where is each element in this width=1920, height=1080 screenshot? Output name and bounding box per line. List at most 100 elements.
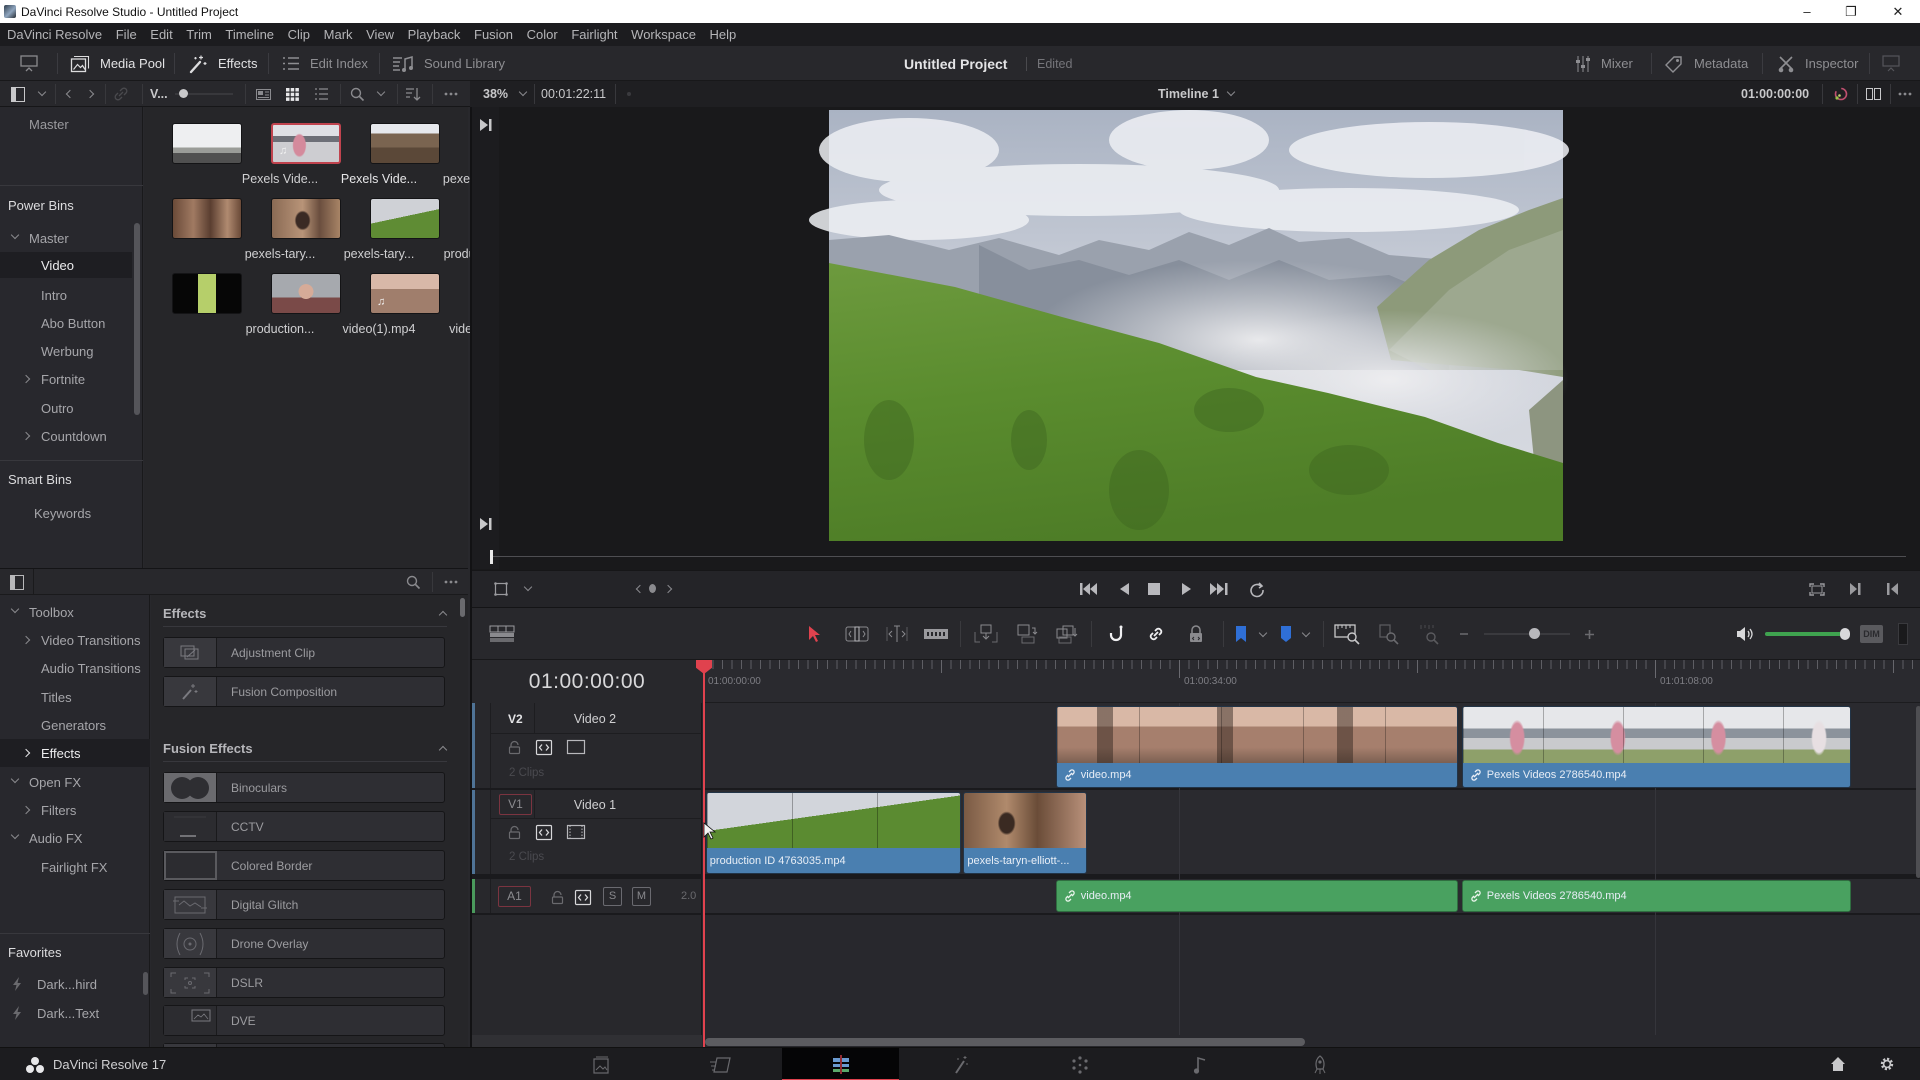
track-monitor-icon[interactable] [566, 823, 586, 841]
position-lock-icon[interactable] [1187, 624, 1205, 644]
media-pool-button[interactable]: Media Pool [70, 46, 165, 81]
page-cut[interactable] [662, 1048, 779, 1080]
tree-item-video-transitions[interactable]: Video Transitions [0, 627, 150, 653]
volume-slider-knob[interactable] [1840, 628, 1850, 640]
next-clip-icon[interactable] [1847, 581, 1863, 597]
menu-workspace[interactable]: Workspace [631, 27, 696, 42]
media-clip[interactable]: Pexels Vide... [157, 123, 318, 191]
workspace-monitor-icon[interactable] [19, 54, 39, 74]
menu-trim[interactable]: Trim [186, 27, 212, 42]
tree-item-fairlight-fx[interactable]: Fairlight FX [0, 854, 150, 880]
track-name[interactable]: Video 1 [545, 798, 645, 812]
master-bin[interactable]: Master [29, 117, 69, 132]
timeline-audio-clip[interactable]: Pexels Videos 2786540.mp4 [1461, 880, 1851, 912]
home-icon[interactable] [1830, 1056, 1846, 1072]
chevron-down-icon[interactable] [1258, 628, 1268, 638]
chevron-down-icon[interactable] [523, 582, 533, 592]
chevron-right-icon[interactable] [21, 805, 31, 815]
chevron-right-icon[interactable] [21, 431, 31, 441]
media-clip[interactable]: production... [157, 273, 314, 341]
menu-color[interactable]: Color [527, 27, 558, 42]
menu-fusion[interactable]: Fusion [474, 27, 513, 42]
auto-track-select-icon[interactable] [535, 823, 553, 841]
menu-timeline[interactable]: Timeline [225, 27, 274, 42]
media-clip[interactable]: production... [355, 198, 512, 266]
timeline-vertical-scrollbar[interactable] [1916, 706, 1920, 878]
flag-icon[interactable] [1234, 624, 1248, 644]
menu-mark[interactable]: Mark [324, 27, 353, 42]
workspace-monitor-icon[interactable] [1881, 54, 1901, 74]
tree-item-generators[interactable]: Generators [0, 712, 150, 738]
chevron-down-icon[interactable] [10, 830, 20, 840]
sort-icon[interactable] [405, 86, 421, 102]
power-bin-abo-button[interactable]: Abo Button [0, 310, 132, 336]
track-lock-icon[interactable] [550, 889, 564, 905]
tree-item-toolbox[interactable]: Toolbox [0, 599, 150, 625]
effect-item-binoculars[interactable]: Binoculars [163, 772, 445, 803]
play-icon[interactable] [1178, 581, 1194, 597]
power-bin-outro[interactable]: Outro [0, 395, 132, 421]
effects-list-scrollbar[interactable] [460, 598, 465, 617]
inspector-button[interactable]: Inspector [1777, 46, 1858, 81]
menu-clip[interactable]: Clip [288, 27, 310, 42]
auto-track-select-icon[interactable] [574, 888, 592, 906]
media-clip-selected[interactable]: ♫ Pexels Vide... [256, 123, 417, 191]
page-fairlight[interactable] [1141, 1048, 1258, 1080]
search-icon[interactable] [405, 574, 421, 590]
dim-button[interactable]: DIM [1860, 625, 1883, 643]
effect-item-dve[interactable]: DVE [163, 1005, 445, 1036]
track-id-target[interactable]: A1 [498, 886, 531, 907]
chevron-right-icon[interactable] [21, 374, 31, 384]
menu-playback[interactable]: Playback [408, 27, 461, 42]
track-id-target[interactable]: V1 [499, 794, 532, 815]
collapse-chevron-icon[interactable] [438, 610, 448, 620]
menu-view[interactable]: View [366, 27, 394, 42]
selection-pointer-icon[interactable] [806, 625, 822, 643]
power-bin-intro[interactable]: Intro [0, 282, 132, 308]
video-frame[interactable] [809, 110, 1569, 541]
fullscreen-icon[interactable] [1808, 581, 1826, 597]
tree-item-effects[interactable]: Effects [0, 739, 150, 767]
track-monitor-icon[interactable] [566, 738, 586, 756]
blade-edit-icon[interactable] [923, 625, 949, 643]
favorite-item[interactable]: Dark...Text [0, 1000, 150, 1026]
page-color[interactable] [1021, 1048, 1138, 1080]
metadata-button[interactable]: Metadata [1664, 46, 1748, 81]
settings-gear-icon[interactable] [1879, 1056, 1895, 1072]
favorite-item[interactable]: Dark...hird [0, 971, 150, 997]
timeline-zoom-knob[interactable] [1528, 628, 1540, 639]
zoom-in-icon[interactable] [1583, 626, 1595, 642]
sound-library-button[interactable]: Sound Library [392, 46, 505, 81]
menu-help[interactable]: Help [710, 27, 737, 42]
chevron-down-icon[interactable] [376, 87, 386, 97]
timeline-view-options-icon[interactable] [489, 625, 515, 643]
power-bin-video[interactable]: Video [0, 252, 132, 278]
timeline-audio-clip[interactable]: video.mp4 [1055, 880, 1458, 912]
color-wheel-icon[interactable] [1832, 86, 1848, 102]
skip-to-end-icon[interactable] [1209, 581, 1229, 597]
list-view-icon[interactable] [313, 86, 329, 102]
previous-keyframe-icon[interactable] [635, 584, 645, 594]
timeline-name[interactable]: Timeline 1 [1158, 87, 1219, 101]
zoom-full-extent-icon[interactable] [1334, 623, 1360, 645]
tree-item-titles[interactable]: Titles [0, 684, 150, 710]
chevron-down-icon[interactable] [10, 774, 20, 784]
replace-clip-icon[interactable] [1054, 623, 1080, 645]
menu-fairlight[interactable]: Fairlight [571, 27, 617, 42]
mute-button[interactable]: M [632, 887, 651, 906]
timeline-ruler[interactable]: 01:00:00:00 01:00:34:00 01:01:08:00 [703, 660, 1920, 703]
power-bin-werbung[interactable]: Werbung [0, 338, 132, 364]
insert-clip-icon[interactable] [973, 623, 999, 645]
transform-crop-icon[interactable] [493, 581, 509, 597]
timeline-clip[interactable]: pexels-taryn-elliott-... [963, 792, 1087, 874]
minimize-button[interactable]: – [1793, 2, 1821, 21]
timeline-zoom-slider[interactable] [1484, 633, 1570, 635]
media-clip[interactable]: video(1).mp4 [256, 273, 415, 341]
timeline-clip[interactable]: production ID 4763035.mp4 [705, 792, 961, 874]
bins-scrollbar[interactable] [134, 223, 140, 415]
link-bins-icon[interactable] [113, 86, 129, 102]
timeline-clip[interactable]: Pexels Videos 2786540.mp4 [1461, 706, 1851, 788]
go-to-out-icon[interactable] [479, 517, 493, 531]
effect-item-digital-glitch[interactable]: Digital Glitch [163, 889, 445, 920]
thumbnail-view-icon[interactable] [284, 86, 300, 102]
